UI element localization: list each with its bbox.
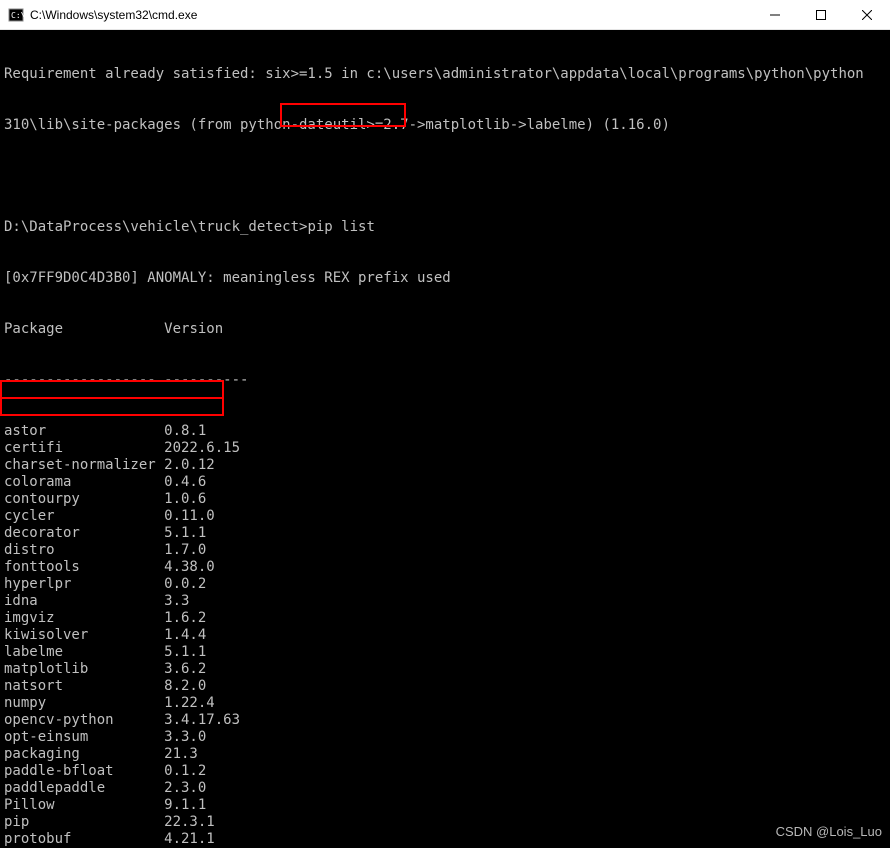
package-row: imgviz 1.6.2 — [4, 610, 886, 627]
package-row: charset-normalizer 2.0.12 — [4, 457, 886, 474]
watermark: CSDN @Lois_Luo — [776, 823, 882, 840]
terminal-area[interactable]: Requirement already satisfied: six>=1.5 … — [0, 30, 890, 848]
package-row: certifi 2022.6.15 — [4, 440, 886, 457]
package-list: astor 0.8.1certifi 2022.6.15charset-norm… — [4, 423, 886, 848]
package-row: paddle-bfloat 0.1.2 — [4, 763, 886, 780]
package-row: labelme 5.1.1 — [4, 644, 886, 661]
package-row: packaging 21.3 — [4, 746, 886, 763]
package-row: idna 3.3 — [4, 593, 886, 610]
header-sep: ------------------ ---------- — [4, 372, 886, 389]
package-row: distro 1.7.0 — [4, 542, 886, 559]
output-line: Requirement already satisfied: six>=1.5 … — [4, 66, 886, 83]
minimize-button[interactable] — [752, 0, 798, 30]
highlight-labelme — [0, 397, 224, 416]
package-row: contourpy 1.0.6 — [4, 491, 886, 508]
anomaly-line: [0x7FF9D0C4D3B0] ANOMALY: meaningless RE… — [4, 270, 886, 287]
blank-line — [4, 168, 886, 185]
package-row: matplotlib 3.6.2 — [4, 661, 886, 678]
cmd-window: C:\ C:\Windows\system32\cmd.exe Requirem… — [0, 0, 890, 848]
package-row: natsort 8.2.0 — [4, 678, 886, 695]
package-row: opencv-python 3.4.17.63 — [4, 712, 886, 729]
package-row: decorator 5.1.1 — [4, 525, 886, 542]
package-row: paddlepaddle 2.3.0 — [4, 780, 886, 797]
svg-text:C:\: C:\ — [11, 11, 24, 20]
window-title: C:\Windows\system32\cmd.exe — [30, 8, 197, 22]
close-button[interactable] — [844, 0, 890, 30]
output-line: 310\lib\site-packages (from python-dateu… — [4, 117, 886, 134]
package-row: pip 22.3.1 — [4, 814, 886, 831]
package-row: fonttools 4.38.0 — [4, 559, 886, 576]
package-row: Pillow 9.1.1 — [4, 797, 886, 814]
package-row: numpy 1.22.4 — [4, 695, 886, 712]
header-version: Version — [164, 321, 223, 337]
package-row: opt-einsum 3.3.0 — [4, 729, 886, 746]
prompt-command: pip list — [307, 219, 374, 235]
package-row: colorama 0.4.6 — [4, 474, 886, 491]
window-controls — [752, 0, 890, 30]
package-row: hyperlpr 0.0.2 — [4, 576, 886, 593]
titlebar: C:\ C:\Windows\system32\cmd.exe — [0, 0, 890, 30]
maximize-button[interactable] — [798, 0, 844, 30]
package-row: cycler 0.11.0 — [4, 508, 886, 525]
package-row: kiwisolver 1.4.4 — [4, 627, 886, 644]
package-row: protobuf 4.21.1 — [4, 831, 886, 848]
prompt-line: D:\DataProcess\vehicle\truck_detect>pip … — [4, 219, 886, 236]
package-row: astor 0.8.1 — [4, 423, 886, 440]
cmd-icon: C:\ — [8, 7, 24, 23]
prompt-path: D:\DataProcess\vehicle\truck_detect> — [4, 219, 307, 235]
pkg-header: Package Version — [4, 321, 886, 338]
header-package: Package — [4, 321, 164, 337]
